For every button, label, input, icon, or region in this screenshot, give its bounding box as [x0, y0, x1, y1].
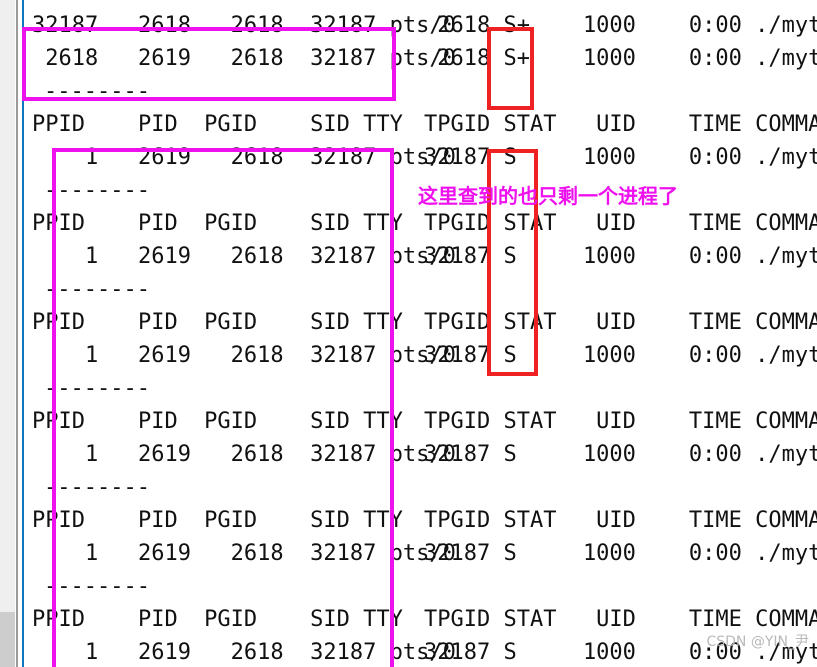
column-headers-right: TPGID STAT UID TIME COMMAND	[424, 508, 817, 533]
terminal-separator: --------	[44, 574, 150, 599]
terminal-separator: --------	[44, 376, 150, 401]
column-headers-right: TPGID STAT UID TIME COMMAND	[424, 607, 817, 632]
column-headers-right: TPGID STAT UID TIME COMMAND	[424, 0, 817, 9]
column-headers-right: TPGID STAT UID TIME COMMAND	[424, 310, 817, 335]
process-row-left: 1 2619 2618 32187 pts/0	[32, 145, 456, 170]
terminal-separator: --------	[44, 178, 150, 203]
process-row-right: 2618 S+ 1000 0:00 ./mytest	[437, 46, 817, 71]
process-row-left: 1 2619 2618 32187 pts/0	[32, 343, 456, 368]
column-headers-left: PPID PID PGID SID TTY	[32, 508, 403, 533]
column-headers-right: TPGID STAT UID TIME COMMAND	[424, 409, 817, 434]
process-row-right: 32187 S 1000 0:00 ./mytest	[424, 640, 817, 665]
terminal-output: PPID PID PGID SID TTY TPGID STAT UID TIME…	[24, 0, 817, 667]
process-row-right: 32187 S 1000 0:00 ./mytest	[424, 244, 817, 269]
process-row-left: 32187 2618 2618 32187 pts/0	[32, 13, 456, 38]
process-row-left: 1 2619 2618 32187 pts/0	[32, 640, 456, 665]
screenshot-root: PPID PID PGID SID TTY TPGID STAT UID TIME…	[0, 0, 817, 667]
column-headers-left: PPID PID PGID SID TTY	[32, 112, 403, 137]
process-row-right: 2618 S+ 1000 0:00 ./mytest	[437, 13, 817, 38]
vertical-scrollbar-thumb[interactable]	[0, 612, 15, 667]
process-row-right: 32187 S 1000 0:00 ./mytest	[424, 541, 817, 566]
column-headers-left: PPID PID PGID SID TTY	[32, 310, 403, 335]
terminal-separator: --------	[44, 79, 150, 104]
column-headers-left: PPID PID PGID SID TTY	[32, 409, 403, 434]
process-row-left: 2618 2619 2618 32187 pts/0	[32, 46, 456, 71]
process-row-right: 32187 S 1000 0:00 ./mytest	[424, 145, 817, 170]
column-headers-right: TPGID STAT UID TIME COMMAND	[424, 211, 817, 236]
terminal-separator: --------	[44, 277, 150, 302]
process-row-right: 32187 S 1000 0:00 ./mytest	[424, 442, 817, 467]
column-headers-left: PPID PID PGID SID TTY	[32, 211, 403, 236]
process-row-left: 1 2619 2618 32187 pts/0	[32, 442, 456, 467]
process-row-left: 1 2619 2618 32187 pts/0	[32, 244, 456, 269]
process-row-right: 32187 S 1000 0:00 ./mytest	[424, 343, 817, 368]
terminal-separator: --------	[44, 475, 150, 500]
column-headers-left: PPID PID PGID SID TTY	[32, 607, 403, 632]
column-headers-left: PPID PID PGID SID TTY	[32, 0, 403, 9]
editor-gutter-panel	[0, 0, 15, 667]
column-headers-right: TPGID STAT UID TIME COMMAND	[424, 112, 817, 137]
gutter-divider-line	[16, 0, 18, 667]
process-row-left: 1 2619 2618 32187 pts/0	[32, 541, 456, 566]
